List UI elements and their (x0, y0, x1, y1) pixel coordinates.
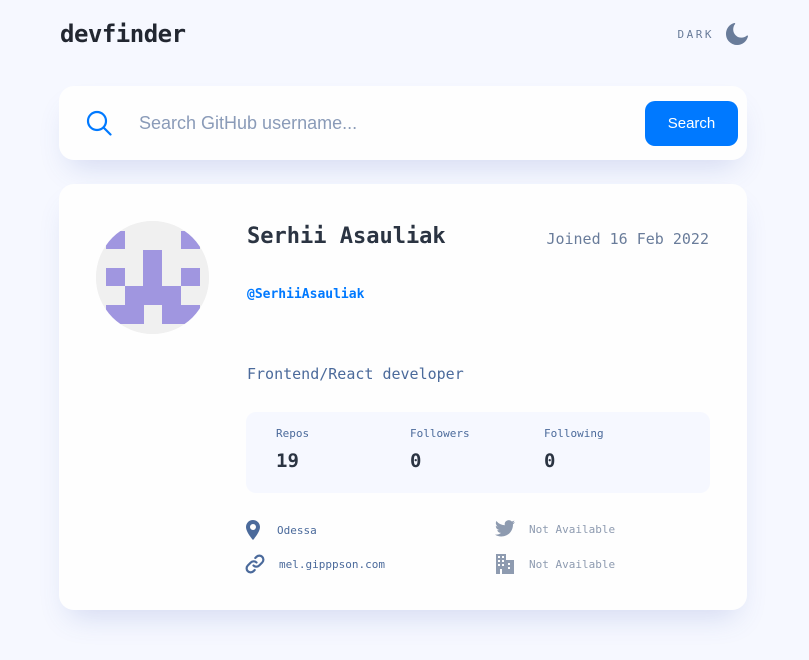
profile-card: Serhii Asauliak Joined 16 Feb 2022 @Serh… (59, 184, 747, 610)
theme-toggle-label[interactable]: DARK (678, 28, 715, 41)
app-logo: devfinder (60, 20, 186, 48)
company-item: Not Available (495, 554, 615, 574)
blog-item[interactable]: mel.gipppson.com (245, 554, 385, 574)
moon-icon[interactable] (726, 23, 748, 45)
stat-following: Following 0 (544, 427, 604, 472)
blog-link[interactable]: mel.gipppson.com (279, 558, 385, 571)
search-icon (86, 110, 112, 136)
search-button[interactable]: Search (645, 101, 738, 146)
avatar (96, 221, 209, 334)
header: devfinder DARK (60, 18, 748, 50)
company-text: Not Available (529, 557, 616, 571)
search-input[interactable] (139, 106, 619, 140)
stat-value: 19 (276, 450, 299, 472)
theme-toggle[interactable]: DARK (678, 23, 749, 45)
stat-label: Repos (276, 427, 310, 440)
location-pin-icon (246, 520, 260, 540)
location-text: Odessa (277, 523, 317, 537)
twitter-icon (495, 520, 515, 537)
stats-panel: Repos 19 Followers 0 Following 0 (246, 412, 710, 493)
stat-followers: Followers 0 (410, 427, 470, 472)
joined-date: Joined 16 Feb 2022 (546, 230, 709, 248)
stat-value: 0 (544, 450, 556, 472)
link-icon (245, 554, 265, 574)
twitter-text: Not Available (529, 522, 616, 536)
stat-label: Followers (410, 427, 470, 440)
twitter-item: Not Available (495, 520, 615, 538)
stat-value: 0 (410, 450, 422, 472)
profile-name: Serhii Asauliak (247, 224, 446, 249)
search-bar: Search (59, 86, 747, 160)
identicon-avatar (96, 221, 209, 334)
stat-label: Following (544, 427, 604, 440)
location-item: Odessa (245, 520, 317, 540)
stat-repos: Repos 19 (276, 427, 309, 472)
building-icon (496, 554, 514, 574)
profile-bio: Frontend/React developer (247, 365, 464, 383)
profile-login-link[interactable]: @SerhiiAsauliak (247, 287, 364, 302)
